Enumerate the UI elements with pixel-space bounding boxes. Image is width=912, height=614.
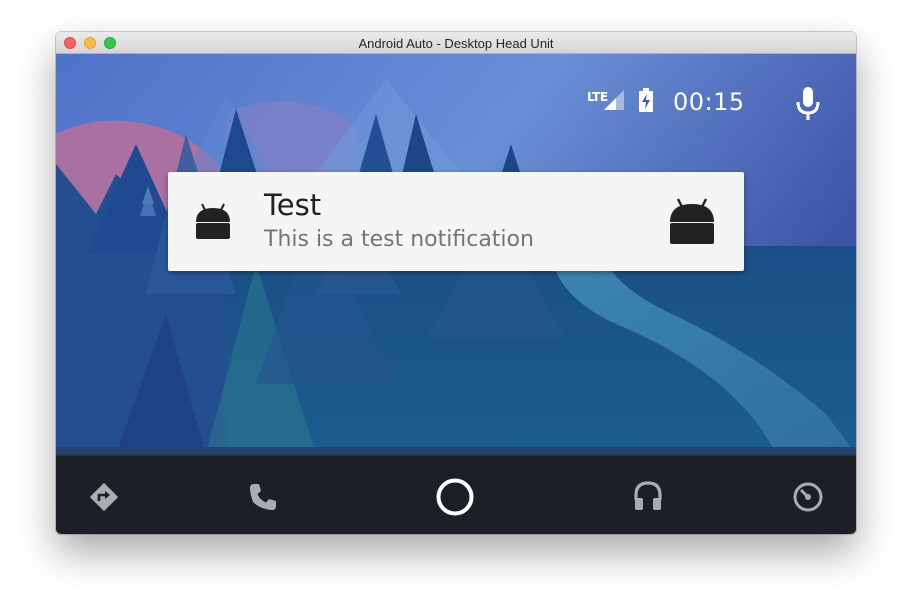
headphones-icon[interactable] <box>632 480 664 512</box>
microphone-icon[interactable] <box>796 87 820 121</box>
head-unit-screen: LTE 00:15 Test This is a test notificati… <box>56 54 856 534</box>
android-icon <box>196 203 230 239</box>
signal-icon <box>604 90 624 110</box>
clock: 00:15 <box>673 88 745 116</box>
status-bar: LTE 00:15 <box>56 54 856 154</box>
home-icon[interactable] <box>435 477 475 517</box>
notification-card[interactable]: Test This is a test notification <box>168 172 744 271</box>
nav-bar <box>56 454 856 534</box>
navigation-icon[interactable] <box>87 480 121 514</box>
notification-title: Test <box>264 188 322 222</box>
battery-charging-icon <box>639 88 653 112</box>
dashboard-icon[interactable] <box>792 481 824 513</box>
app-window: Android Auto - Desktop Head Unit LTE 00:… <box>56 32 856 534</box>
android-large-icon <box>670 198 714 244</box>
title-bar: Android Auto - Desktop Head Unit <box>56 32 856 54</box>
notification-body: This is a test notification <box>264 227 534 252</box>
window-title: Android Auto - Desktop Head Unit <box>358 36 554 51</box>
phone-icon[interactable] <box>248 482 278 512</box>
